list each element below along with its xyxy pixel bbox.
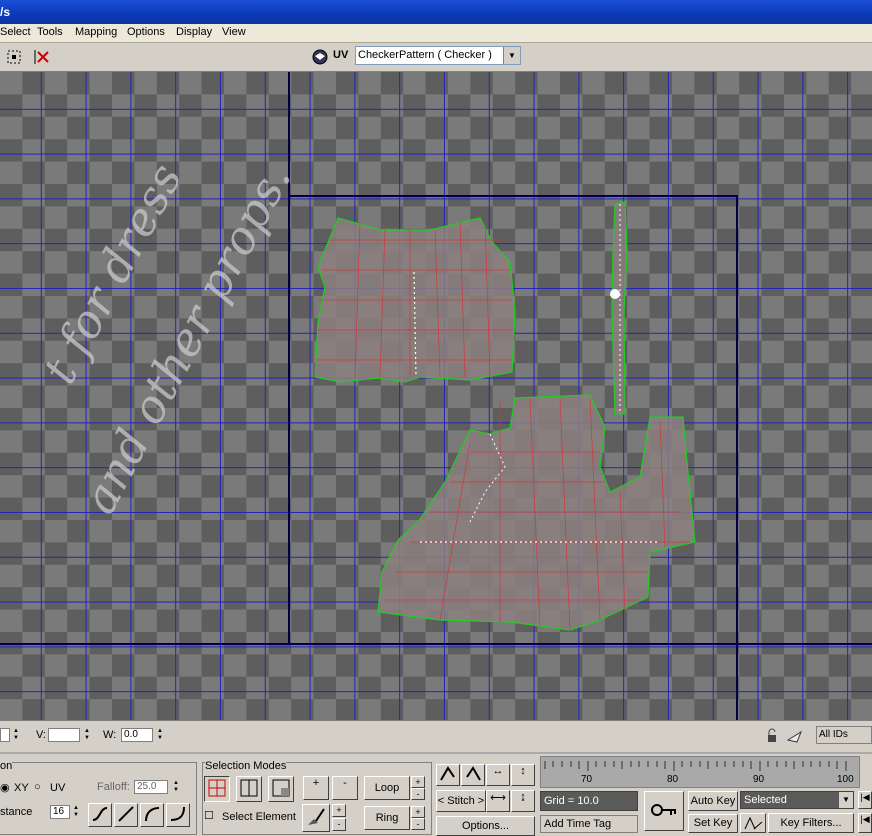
add-time-tag-button[interactable]: Add Time Tag: [540, 815, 638, 833]
title-bar: /s: [0, 0, 872, 24]
w-spinner[interactable]: ▲ ▼: [156, 728, 164, 742]
set-key-button[interactable]: Set Key: [688, 814, 738, 833]
lock-icon[interactable]: [760, 725, 782, 747]
tangent-icon[interactable]: [740, 813, 766, 833]
render-map-icon[interactable]: [309, 46, 331, 68]
rotate-ccw-button[interactable]: [436, 764, 460, 786]
uv-radio-label: UV: [50, 782, 66, 794]
coordinate-bar: ▲ ▼ V: ▲ ▼ W: 0.0 ▲ ▼ All IDs: [0, 720, 872, 751]
paint-icon[interactable]: [784, 725, 806, 747]
select-element-label: Select Element: [222, 811, 296, 823]
align-horizontal-button[interactable]: ⟷: [486, 790, 510, 812]
ids-dropdown[interactable]: All IDs: [816, 726, 872, 744]
menu-view[interactable]: View: [222, 26, 246, 38]
paint-select-button[interactable]: [302, 804, 330, 832]
v-spinner[interactable]: ▲ ▼: [83, 728, 91, 742]
window-title: /s: [0, 5, 11, 19]
tick-90: 90: [753, 774, 765, 785]
timeline-ruler[interactable]: 70 80 90 100: [540, 756, 860, 788]
menu-tools[interactable]: Tools: [37, 26, 63, 38]
align-vertical-button[interactable]: ↨: [511, 790, 535, 812]
prev-frame-button[interactable]: |◀: [858, 813, 872, 833]
falloff-field[interactable]: 25.0: [134, 780, 168, 794]
menu-display[interactable]: Display: [176, 26, 212, 38]
tick-70: 70: [581, 774, 593, 785]
select-element-checkbox[interactable]: ☐: [204, 809, 214, 822]
distance-spinner[interactable]: ▲ ▼: [72, 805, 80, 819]
uv-radio[interactable]: ○: [34, 781, 41, 793]
w-field[interactable]: 0.0: [121, 728, 153, 742]
ring-button[interactable]: Ring: [364, 806, 410, 830]
u-spinner[interactable]: ▲ ▼: [12, 728, 20, 742]
loop-button[interactable]: Loop: [364, 776, 410, 800]
uv-shell-skirt: [377, 394, 696, 631]
mirror-vertical-button[interactable]: ↕: [511, 764, 535, 786]
goto-start-button[interactable]: |◀: [858, 791, 872, 809]
falloff-smooth-button[interactable]: [88, 803, 112, 827]
uv-toolbar: UV CheckerPattern ( Checker ) ▼: [0, 43, 872, 72]
selection-modes-title: Selection Modes: [205, 760, 287, 772]
menu-mapping[interactable]: Mapping: [75, 26, 117, 38]
mirror-horizontal-button[interactable]: ↔: [486, 764, 510, 786]
v-field[interactable]: [48, 728, 80, 742]
v-label: V:: [36, 729, 46, 741]
falloff-spinner[interactable]: ▲ ▼: [172, 780, 180, 794]
edge-mode-button[interactable]: [236, 776, 262, 802]
falloff-slowout-button[interactable]: [140, 803, 164, 827]
uv-editor-viewport[interactable]: t for dress and other props.: [0, 72, 872, 720]
menu-options[interactable]: Options: [127, 26, 165, 38]
loop-grow-button[interactable]: +: [411, 776, 425, 788]
texture-dropdown[interactable]: CheckerPattern ( Checker ) ▼: [355, 46, 521, 65]
u-field[interactable]: [0, 728, 10, 742]
stitch-button[interactable]: < Stitch >: [436, 790, 486, 812]
chevron-down-icon[interactable]: ▼: [839, 792, 853, 808]
paint-grow-button[interactable]: +: [332, 804, 346, 817]
freeform-icon[interactable]: [3, 46, 25, 68]
tick-80: 80: [667, 774, 679, 785]
key-mode-dropdown[interactable]: Selected ▼: [740, 791, 854, 809]
menu-bar: Select Tools Mapping Options Display Vie…: [0, 24, 872, 43]
shrink-selection-button[interactable]: -: [332, 776, 358, 800]
grid-field[interactable]: Grid = 10.0: [540, 791, 638, 811]
uv-canvas: t for dress and other props.: [0, 72, 872, 720]
xy-label: XY: [14, 782, 29, 794]
options-button[interactable]: Options...: [436, 816, 535, 836]
grow-selection-button[interactable]: +: [303, 776, 329, 800]
face-mode-button[interactable]: [268, 776, 294, 802]
loop-shrink-button[interactable]: -: [411, 788, 425, 800]
tick-100: 100: [837, 774, 854, 785]
xy-radio[interactable]: ◉: [0, 781, 10, 794]
w-label: W:: [103, 729, 117, 741]
uv-label: UV: [333, 49, 349, 61]
key-icon: [651, 804, 676, 816]
rotate-cw-button[interactable]: [461, 764, 485, 786]
uv-shell-strip: [610, 201, 628, 415]
menu-select[interactable]: Select: [0, 26, 31, 38]
ring-grow-button[interactable]: +: [411, 806, 425, 818]
mirror-icon[interactable]: [31, 46, 53, 68]
texture-dropdown-value: CheckerPattern ( Checker ): [358, 49, 492, 61]
ring-shrink-button[interactable]: -: [411, 818, 425, 830]
chevron-down-icon[interactable]: ▼: [503, 47, 520, 64]
auto-key-button[interactable]: Auto Key: [688, 791, 738, 811]
key-filters-button[interactable]: Key Filters...: [768, 813, 854, 833]
distance-field[interactable]: 16: [50, 805, 70, 819]
key-mode-value: Selected: [744, 794, 787, 806]
falloff-fastout-button[interactable]: [166, 803, 190, 827]
uv-shell-bodice: [314, 217, 516, 383]
vertex-mode-button[interactable]: [204, 776, 230, 802]
set-key-big-button[interactable]: [644, 791, 684, 831]
falloff-label: Falloff:: [97, 781, 130, 793]
falloff-linear-button[interactable]: [114, 803, 138, 827]
paint-shrink-button[interactable]: -: [332, 818, 346, 831]
distance-label: stance: [0, 806, 33, 818]
handwriting-overlay: t for dress and other props.: [32, 155, 302, 523]
soft-selection-title: on: [0, 760, 13, 772]
